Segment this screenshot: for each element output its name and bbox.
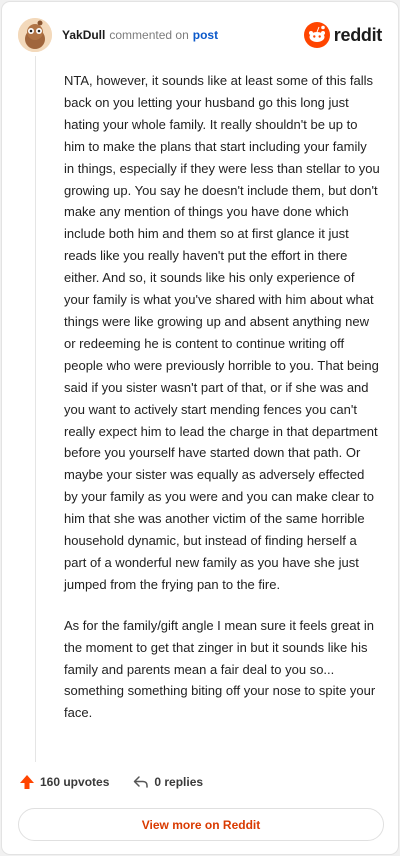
upvote-count: 160 upvotes [40, 775, 110, 789]
reddit-logo-icon [303, 22, 330, 48]
view-more-button[interactable]: View more on Reddit [18, 808, 384, 841]
reply-arrow-icon [134, 776, 149, 788]
snoo-avatar-icon [18, 18, 52, 52]
avatar[interactable] [18, 18, 52, 52]
comment-action-text: commented on [109, 28, 189, 42]
upvote-button[interactable]: 160 upvotes [19, 774, 109, 790]
thread-line[interactable] [35, 56, 36, 762]
comment-meta: YakDull commented on post [62, 28, 218, 42]
brand-wordmark: reddit [333, 24, 383, 45]
reddit-logo[interactable]: reddit [303, 22, 383, 48]
comment-footer: 160 upvotes 0 replies [19, 774, 203, 790]
comment-header: YakDull commented on post reddit [18, 18, 382, 52]
username[interactable]: YakDull [62, 28, 105, 42]
comment-card: YakDull commented on post reddit NTA, ho… [1, 1, 399, 855]
reply-count: 0 replies [154, 775, 204, 789]
post-link[interactable]: post [193, 28, 218, 42]
comment-body: NTA, however, it sounds like at least so… [64, 70, 380, 724]
upvote-arrow-icon [20, 775, 34, 789]
reply-button[interactable]: 0 replies [133, 774, 203, 790]
comment-paragraph: NTA, however, it sounds like at least so… [64, 73, 380, 592]
comment-paragraph: As for the family/gift angle I mean sure… [64, 617, 376, 721]
